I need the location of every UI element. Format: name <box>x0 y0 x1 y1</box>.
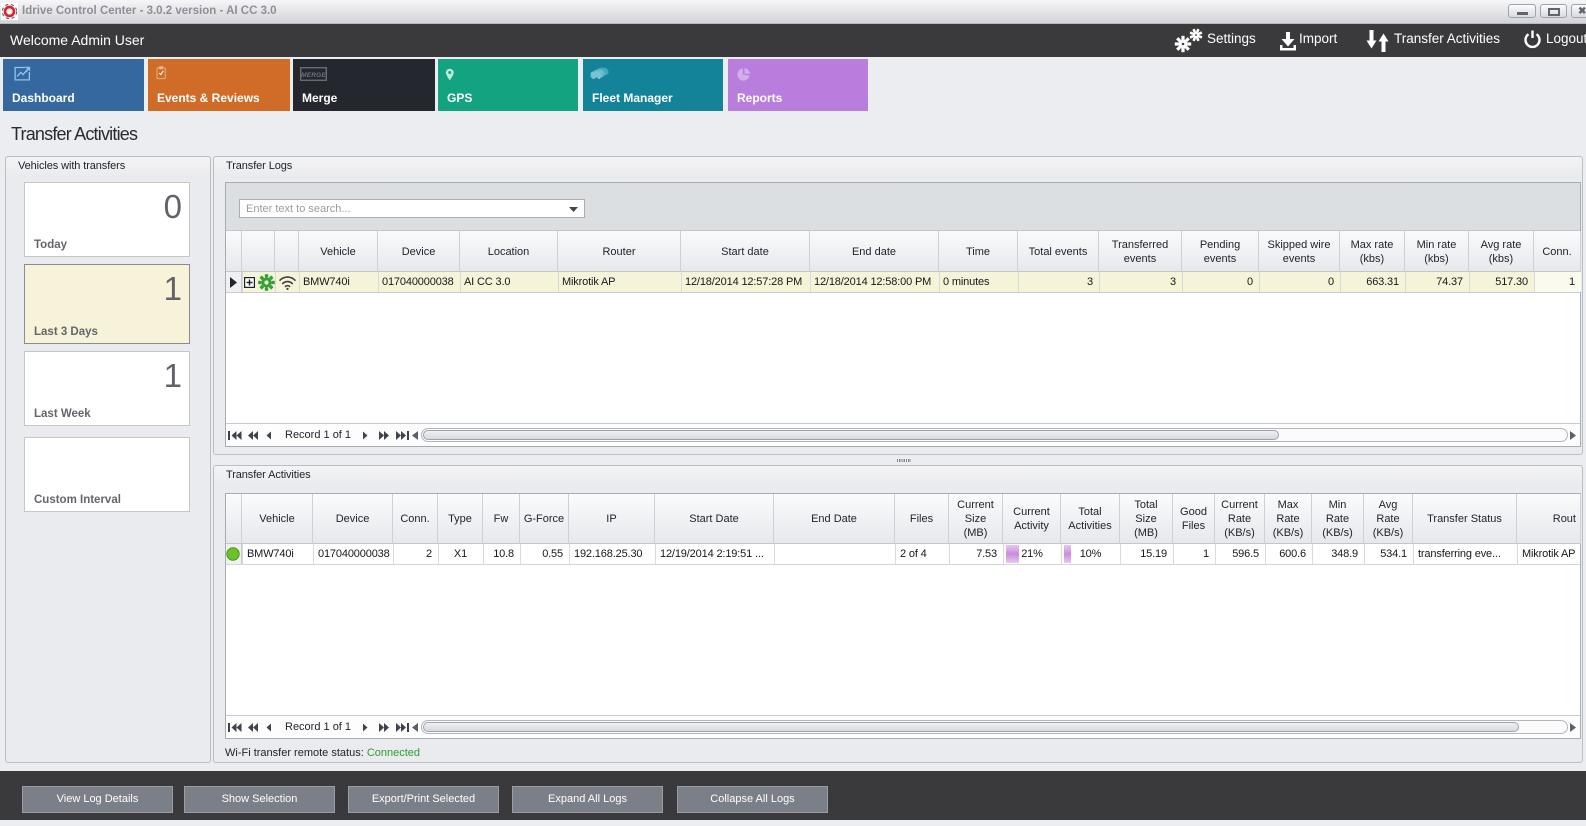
svg-text:MERGE: MERGE <box>301 72 326 79</box>
